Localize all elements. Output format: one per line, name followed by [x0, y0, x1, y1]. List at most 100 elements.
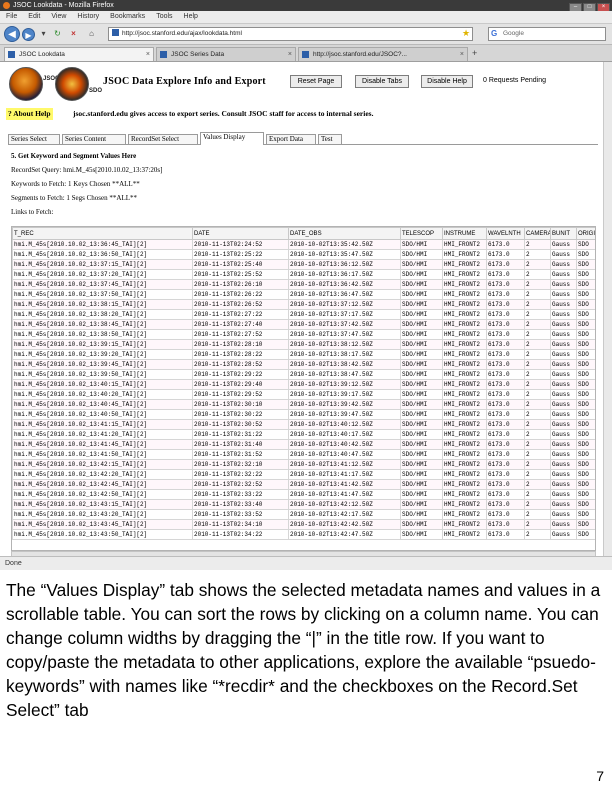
column-header[interactable]: CAMERA: [524, 227, 551, 240]
disable-tabs-button[interactable]: Disable Tabs: [355, 75, 409, 88]
table-cell: 2010-11-13T02:31:40: [192, 439, 289, 450]
menu-bookmarks[interactable]: Bookmarks: [110, 13, 145, 20]
table-cell: SDO: [576, 479, 595, 490]
tab-series-select[interactable]: Series Select: [8, 134, 60, 145]
table-row: hmi.M_45s[2010.10.02_13:37:50_TAI][2] 201…: [12, 289, 595, 300]
table-cell: 2010-10-02T13:35:42.50Z: [288, 239, 401, 250]
browser-tab-jsoc-query[interactable]: http://jsoc.stanford.edu/JSOC?... ×: [298, 47, 468, 61]
stop-icon[interactable]: ×: [68, 29, 79, 39]
table-cell: 6173.0: [486, 289, 525, 300]
tab-close-icon[interactable]: ×: [146, 48, 150, 61]
table-cell: Gauss: [550, 419, 577, 430]
table-cell: 6173.0: [486, 469, 525, 480]
table-row: hmi.M_45s[2010.10.02_13:43:50_TAI][2] 201…: [12, 529, 595, 540]
tab-recordset-select[interactable]: RecordSet Select: [128, 134, 198, 145]
table-cell: 2010-10-02T13:36:47.50Z: [288, 289, 401, 300]
table-cell: SDO/HMI: [400, 289, 443, 300]
tab-test[interactable]: Test: [318, 134, 342, 145]
column-header[interactable]: DATE: [192, 227, 289, 240]
table-row: hmi.M_45s[2010.10.02_13:40:20_TAI][2] 201…: [12, 389, 595, 400]
url-bar[interactable]: http://jsoc.stanford.edu/ajax/lookdata.h…: [108, 27, 473, 41]
table-row: hmi.M_45s[2010.10.02_13:42:45_TAI][2] 201…: [12, 479, 595, 490]
sdo-logo-label: SDO: [89, 88, 103, 94]
tab-close-icon[interactable]: ×: [288, 48, 292, 61]
table-cell: SDO/HMI: [400, 479, 443, 490]
table-cell: 2: [524, 319, 551, 330]
table-cell: SDO/HMI: [400, 259, 443, 270]
navigation-toolbar: ◀ ▶ ▾ ↻ × ⌂ http://jsoc.stanford.edu/aja…: [0, 24, 612, 45]
table-cell: HMI_FRONT2: [442, 489, 487, 500]
forward-arrow-icon[interactable]: ▶: [22, 28, 35, 41]
table-cell: 2: [524, 309, 551, 320]
table-cell: SDO: [576, 269, 595, 280]
table-cell: Gauss: [550, 399, 577, 410]
table-cell: 2: [524, 339, 551, 350]
column-header[interactable]: WAVELNTH: [486, 227, 525, 240]
menu-history[interactable]: History: [77, 13, 99, 20]
table-row: hmi.M_45s[2010.10.02_13:40:15_TAI][2] 201…: [12, 379, 595, 390]
table-cell: HMI_FRONT2: [442, 389, 487, 400]
tab-values-display[interactable]: Values Display: [200, 132, 264, 145]
browser-tab-lookdata[interactable]: JSOC Lookdata ×: [4, 47, 154, 61]
home-icon[interactable]: ⌂: [86, 29, 97, 39]
table-cell: 2: [524, 329, 551, 340]
table-cell: HMI_FRONT2: [442, 309, 487, 320]
requests-pending-status: 0 Requests Pending: [483, 77, 547, 84]
new-tab-icon[interactable]: +: [472, 48, 477, 58]
menu-view[interactable]: View: [51, 13, 66, 20]
tab-export-data[interactable]: Export Data: [266, 134, 316, 145]
table-cell: Gauss: [550, 379, 577, 390]
table-cell: 2: [524, 279, 551, 290]
back-arrow-icon[interactable]: ◀: [4, 26, 20, 42]
menu-tools[interactable]: Tools: [156, 13, 172, 20]
table-cell: hmi.M_45s[2010.10.02_13:37:15_TAI][2]: [12, 259, 193, 270]
table-cell: Gauss: [550, 439, 577, 450]
slide-caption: The “Values Display” tab shows the selec…: [6, 580, 601, 720]
column-header[interactable]: DATE_OBS: [288, 227, 401, 240]
table-cell: Gauss: [550, 239, 577, 250]
column-header[interactable]: INSTRUME: [442, 227, 487, 240]
column-header[interactable]: BUNIT: [550, 227, 577, 240]
table-cell: Gauss: [550, 489, 577, 500]
browser-tab-series-data[interactable]: JSOC Series Data ×: [156, 47, 296, 61]
tab-close-icon[interactable]: ×: [460, 48, 464, 61]
table-cell: 2010-10-02T13:42:47.50Z: [288, 529, 401, 540]
table-cell: 6173.0: [486, 329, 525, 340]
table-cell: Gauss: [550, 319, 577, 330]
reload-icon[interactable]: ↻: [52, 29, 63, 39]
column-header[interactable]: ORIGIN: [576, 227, 595, 240]
table-cell: 2010-10-02T13:38:17.50Z: [288, 349, 401, 360]
table-row: hmi.M_45s[2010.10.02_13:36:50_TAI][2] 201…: [12, 249, 595, 260]
bookmark-star-icon[interactable]: ★: [462, 28, 470, 39]
table-cell: HMI_FRONT2: [442, 529, 487, 540]
menu-edit[interactable]: Edit: [28, 13, 40, 20]
table-cell: 2010-10-02T13:41:42.50Z: [288, 479, 401, 490]
table-cell: 2010-11-13T02:33:22: [192, 489, 289, 500]
keywords-to-fetch: Keywords to Fetch: 1 Keys Chosen **ALL**: [11, 180, 140, 188]
table-row: hmi.M_45s[2010.10.02_13:40:45_TAI][2] 201…: [12, 399, 595, 410]
table-cell: 6173.0: [486, 369, 525, 380]
menu-file[interactable]: File: [6, 13, 17, 20]
table-cell: 2010-10-02T13:39:17.50Z: [288, 389, 401, 400]
menu-help[interactable]: Help: [184, 13, 198, 20]
column-header[interactable]: TELESCOP: [400, 227, 443, 240]
table-cell: 2010-10-02T13:39:12.50Z: [288, 379, 401, 390]
tab-series-content[interactable]: Series Content: [62, 134, 126, 145]
table-row: hmi.M_45s[2010.10.02_13:38:45_TAI][2] 201…: [12, 319, 595, 330]
table-cell: hmi.M_45s[2010.10.02_13:38:45_TAI][2]: [12, 319, 193, 330]
table-cell: HMI_FRONT2: [442, 329, 487, 340]
page-vertical-scrollbar[interactable]: [603, 62, 612, 556]
values-table-container[interactable]: T_REC DATE DATE_OBS TELESCOP INSTRUME WAVELNT…: [11, 226, 596, 551]
reset-page-button[interactable]: Reset Page: [290, 75, 342, 88]
table-cell: 2: [524, 419, 551, 430]
segments-to-fetch: Segments to Fetch: 1 Segs Chosen **ALL**: [11, 194, 137, 202]
about-help-link[interactable]: ? About Help: [6, 108, 53, 120]
dropdown-arrow-icon[interactable]: ▾: [38, 29, 49, 39]
table-cell: 2010-10-02T13:35:47.50Z: [288, 249, 401, 260]
tab-favicon-icon: [8, 51, 15, 58]
disable-help-button[interactable]: Disable Help: [421, 75, 473, 88]
search-input[interactable]: G Google: [488, 27, 606, 41]
table-cell: HMI_FRONT2: [442, 319, 487, 330]
column-header[interactable]: T_REC: [12, 227, 193, 240]
table-cell: 6173.0: [486, 319, 525, 330]
